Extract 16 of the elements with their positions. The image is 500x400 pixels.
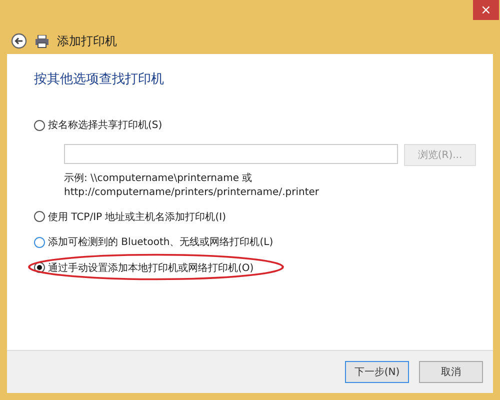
option-label[interactable]: 使用 TCP/IP 地址或主机名添加打印机(I) <box>48 210 226 224</box>
option-label[interactable]: 按名称选择共享打印机(S) <box>48 118 162 132</box>
option-label[interactable]: 添加可检测到的 Bluetooth、无线或网络打印机(L) <box>48 235 274 249</box>
close-button[interactable]: × <box>473 0 499 20</box>
radio-button[interactable] <box>34 211 45 222</box>
radio-button[interactable] <box>34 120 45 130</box>
dialog-button[interactable]: 下一步(N) <box>345 361 409 383</box>
radio-button[interactable] <box>34 236 45 248</box>
example-text: http://computername/printers/printername/.printer <box>64 186 320 200</box>
printer-icon <box>35 34 49 48</box>
back-button[interactable] <box>11 33 27 49</box>
dialog-title: 添加打印机 <box>57 32 117 50</box>
example-text: 示例: \\computername\printername 或 <box>64 172 254 186</box>
printer-name-field[interactable] <box>64 144 398 164</box>
dialog-button[interactable]: 取消 <box>419 361 483 383</box>
section-heading: 按其他选项查找打印机 <box>34 71 165 88</box>
